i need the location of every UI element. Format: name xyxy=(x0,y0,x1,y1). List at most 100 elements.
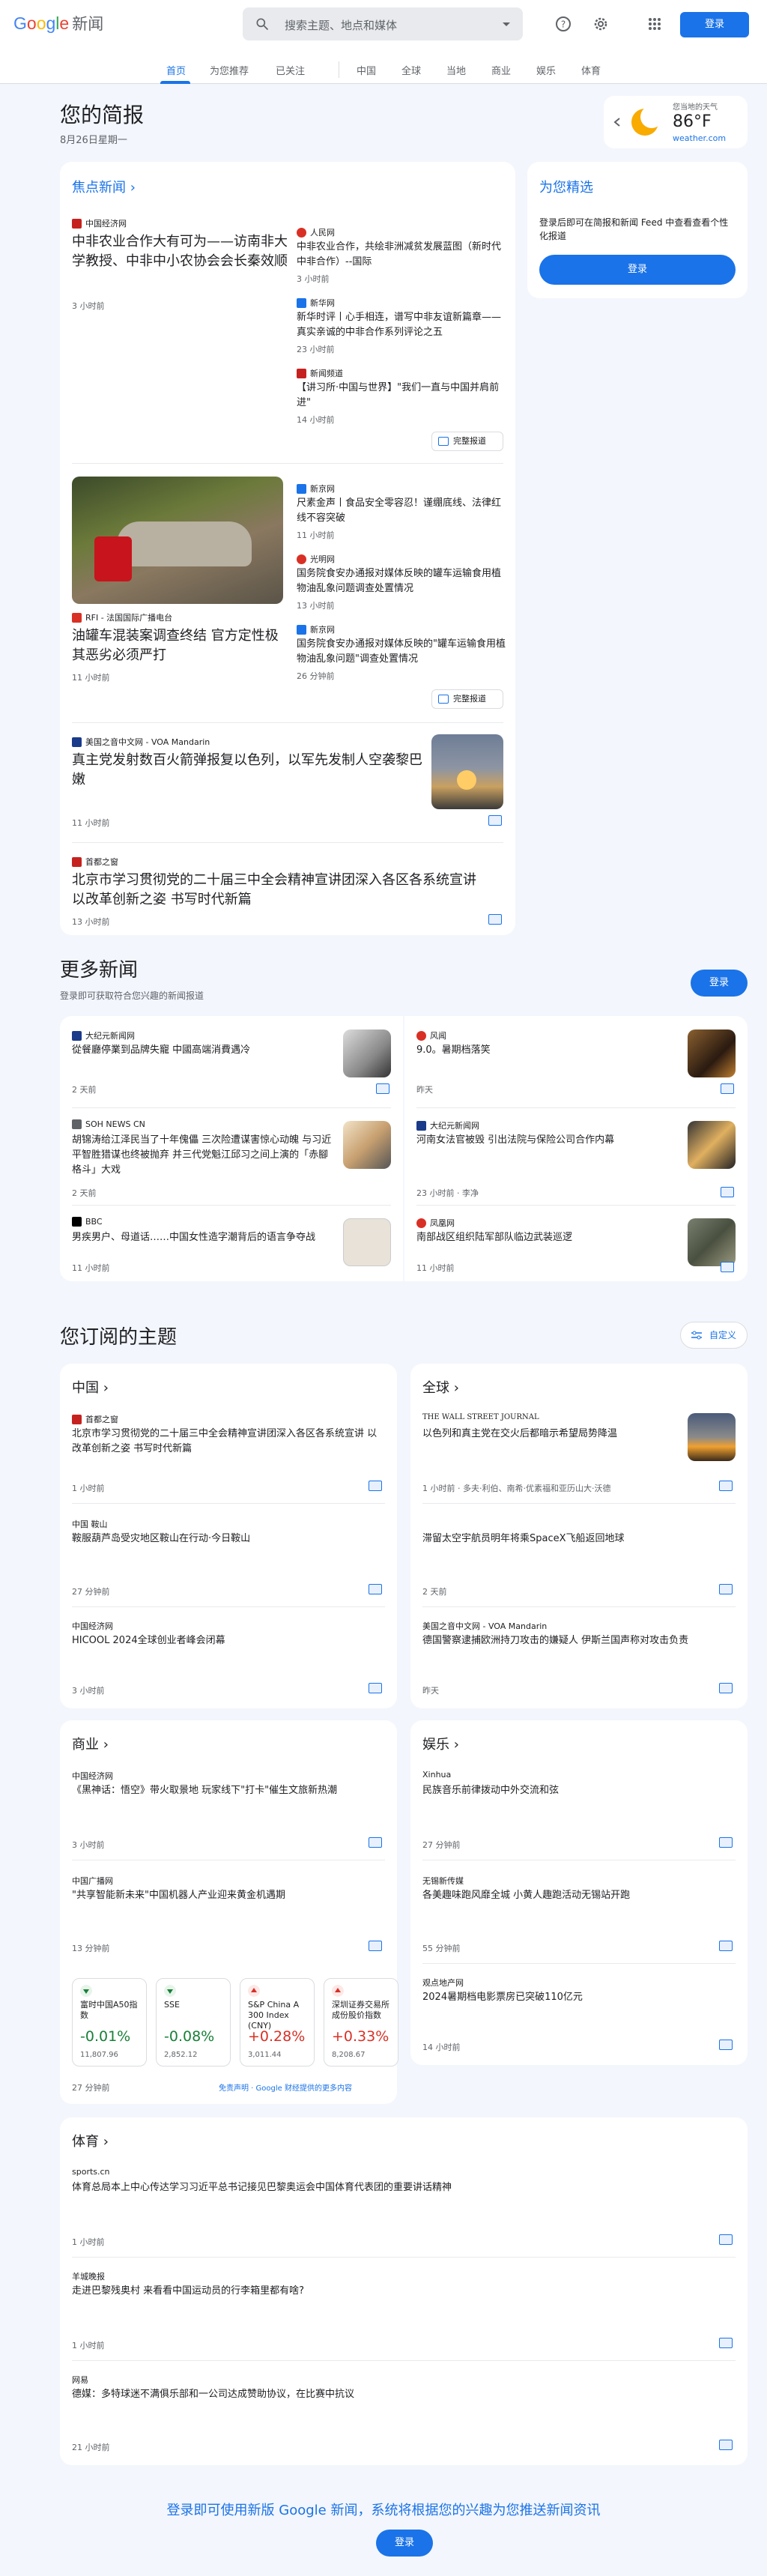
sign-in-button[interactable]: 登录 xyxy=(680,12,749,37)
tab-entertainment[interactable]: 娱乐 xyxy=(536,63,556,77)
stock-tile[interactable]: S&P China A 300 Index (CNY) +0.28% 3,011.4… xyxy=(240,1978,315,2066)
full-coverage-button[interactable]: 完整报道 xyxy=(431,689,503,709)
tab-local[interactable]: 当地 xyxy=(446,63,466,77)
headline[interactable]: 滞留太空宇航员明年将乘SpaceX飞船返回地球 xyxy=(422,1532,730,1546)
full-coverage-icon[interactable] xyxy=(488,914,502,925)
tanker-truck-image[interactable] xyxy=(72,477,283,604)
full-coverage-icon[interactable] xyxy=(719,1941,733,1951)
tab-business[interactable]: 商业 xyxy=(491,63,511,77)
timestamp: 1 小时前 xyxy=(72,1484,105,1493)
article-thumbnail[interactable] xyxy=(688,1121,736,1169)
full-coverage-icon[interactable] xyxy=(719,2338,733,2348)
article-thumbnail[interactable] xyxy=(688,1413,736,1461)
headline[interactable]: 走进巴黎残奥村 来看看中国运动员的行李箱里都有啥? xyxy=(72,2284,716,2299)
source-label: 羊城晚报 xyxy=(72,2272,105,2282)
topic-entertainment-link[interactable]: 娱乐 › xyxy=(422,1734,459,1753)
weather-widget[interactable]: 您当地的天气 86°F weather.com xyxy=(604,96,748,148)
headline[interactable]: 9.0。暑期档落笑 xyxy=(416,1043,671,1058)
stock-tile[interactable]: SSE -0.08% 2,852.12 xyxy=(156,1978,231,2066)
headline[interactable]: 北京市学习贯彻党的二十届三中全会精神宣讲团深入各区各系统宣讲 以改革创新之姿 书… xyxy=(72,1427,379,1457)
full-coverage-icon[interactable] xyxy=(719,2234,733,2245)
headline[interactable]: 体育总局本上中心传达学习习近平总书记接见巴黎奥运会中国体育代表团的重要讲话精神 xyxy=(72,2180,716,2195)
full-coverage-icon[interactable] xyxy=(369,1941,382,1951)
finance-disclaimer-link[interactable]: 免责声明 · Google 财经提供的更多内容 xyxy=(219,2081,352,2093)
topic-business-link[interactable]: 商业 › xyxy=(72,1734,109,1753)
customize-button[interactable]: 自定义 xyxy=(680,1322,748,1349)
headline[interactable]: 德国警察逮捕欧洲持刀攻击的嫌疑人 伊斯兰国声称对攻击负责 xyxy=(422,1633,730,1648)
full-coverage-icon[interactable] xyxy=(369,1481,382,1491)
full-coverage-icon[interactable] xyxy=(719,1481,733,1491)
timestamp: 3 小时前 xyxy=(72,1840,105,1850)
headline[interactable]: 北京市学习贯彻党的二十届三中全会精神宣讲团深入各区各系统宣讲 以改革创新之姿 书… xyxy=(72,871,491,910)
full-coverage-icon[interactable] xyxy=(369,1837,382,1848)
google-news-logo[interactable]: Google 新闻 xyxy=(13,12,103,34)
timestamp: 2 天前 xyxy=(422,1587,447,1597)
full-coverage-icon[interactable] xyxy=(376,1083,389,1094)
full-coverage-icon[interactable] xyxy=(721,1187,734,1197)
headline[interactable]: 《黑神话：悟空》带火取景地 玩家线下"打卡"催生文旅新热潮 xyxy=(72,1783,357,1798)
article-thumbnail[interactable] xyxy=(343,1030,391,1077)
topic-china-link[interactable]: 中国 › xyxy=(72,1377,109,1397)
headline[interactable]: 各美趣味跑风靡全城 小黄人趣跑活动无锡站开跑 xyxy=(422,1888,730,1903)
headline[interactable]: 油罐车混装案调查终结 官方定性极其恶劣必须严打 xyxy=(72,626,289,665)
topic-world-link[interactable]: 全球 › xyxy=(422,1377,459,1397)
full-coverage-icon[interactable] xyxy=(721,1262,734,1272)
headline[interactable]: 真主党发射数百火箭弹报复以色列，以军先发制人空袭黎巴嫩 xyxy=(72,751,424,790)
weather-source[interactable]: weather.com xyxy=(673,133,726,143)
full-coverage-button[interactable]: 完整报道 xyxy=(431,432,503,451)
help-icon[interactable]: ? xyxy=(554,15,572,33)
headline[interactable]: 從餐廳停業到品牌失寵 中國高端消費遇冷 xyxy=(72,1043,327,1058)
headline[interactable]: 新华时评丨心手相连，谱写中非友谊新篇章——真实亲诚的中非合作系列评论之五 xyxy=(297,310,506,340)
tab-world[interactable]: 全球 xyxy=(401,63,421,77)
headline[interactable]: 以色列和真主党在交火后都暗示希望局势降温 xyxy=(422,1427,670,1442)
headline[interactable]: 国务院食安办通报对媒体反映的罐车运输食用植物油乱象问题调查处置情况 xyxy=(297,566,506,596)
headline[interactable]: 德媒：多特球迷不满俱乐部和一公司达成赞助协议，在比赛中抗议 xyxy=(72,2387,716,2402)
full-coverage-icon[interactable] xyxy=(721,1083,734,1094)
headline[interactable]: 中非农业合作，共绘非洲减贫发展蓝图（新时代中非合作）--国际 xyxy=(297,240,506,270)
tab-china[interactable]: 中国 xyxy=(357,63,376,77)
sign-in-button[interactable]: 登录 xyxy=(539,255,736,285)
settings-icon[interactable] xyxy=(592,15,610,33)
full-coverage-icon[interactable] xyxy=(719,1683,733,1693)
full-coverage-icon[interactable] xyxy=(719,1584,733,1594)
full-coverage-icon[interactable] xyxy=(719,2040,733,2050)
apps-icon[interactable] xyxy=(646,15,664,33)
article-thumbnail[interactable] xyxy=(688,1030,736,1077)
headline[interactable]: 民族音乐前律拨动中外交流和弦 xyxy=(422,1783,730,1798)
headline[interactable]: 中非农业合作大有可为——访南非大学教授、中非中小农协会会长秦效顺 xyxy=(72,232,289,271)
article-thumbnail[interactable] xyxy=(688,1218,736,1266)
headline[interactable]: 2024暑期档电影票房已突破110亿元 xyxy=(422,1990,730,2005)
stock-tile[interactable]: 深圳证券交易所成份股价指数 +0.33% 8,208.67 xyxy=(324,1978,398,2066)
chevron-left-icon[interactable] xyxy=(613,117,622,127)
tab-following[interactable]: 已关注 xyxy=(276,63,305,77)
search-box[interactable]: 搜索主题、地点和媒体 xyxy=(243,7,523,40)
headline[interactable]: HICOOL 2024全球创业者峰会闭幕 xyxy=(72,1633,379,1648)
full-coverage-icon[interactable] xyxy=(369,1683,382,1693)
headline[interactable]: 鞍服葫芦岛受灾地区鞍山在行动·今日鞍山 xyxy=(72,1532,379,1546)
full-coverage-icon[interactable] xyxy=(719,2440,733,2450)
tab-sports[interactable]: 体育 xyxy=(581,63,601,77)
chevron-down-icon[interactable] xyxy=(500,18,512,30)
headline[interactable]: 胡锦涛给江泽民当了十年傀儡 三次险遭谋害惊心动魄 与习近平智胜猎谋也终被抛弃 并… xyxy=(72,1133,334,1178)
sign-in-button[interactable]: 登录 xyxy=(691,970,748,997)
topic-sports-link[interactable]: 体育 › xyxy=(72,2131,109,2150)
full-coverage-icon[interactable] xyxy=(369,1584,382,1594)
tab-for-you[interactable]: 为您推荐 xyxy=(210,63,249,77)
full-coverage-icon[interactable] xyxy=(719,1837,733,1848)
headline[interactable]: 尺素金声丨食品安全零容忍！谨绷底线、法律红线不容突破 xyxy=(297,496,506,526)
headline[interactable]: 【讲习所·中国与世界】"我们一直与中国并肩前进" xyxy=(297,381,506,411)
stock-tile[interactable]: 富时中国A50指数 -0.01% 11,807.96 xyxy=(72,1978,147,2066)
full-coverage-icon[interactable] xyxy=(488,815,502,826)
sign-in-button[interactable]: 登录 xyxy=(376,2530,433,2557)
article-thumbnail[interactable] xyxy=(343,1218,391,1266)
timestamp: 3 小时前 xyxy=(72,301,105,311)
headline[interactable]: 国务院食安办通报对媒体反映的"罐车运输食用植物油乱象问题"调查处置情况 xyxy=(297,637,506,667)
tab-home[interactable]: 首页 xyxy=(166,63,186,77)
article-thumbnail[interactable] xyxy=(343,1121,391,1169)
headline[interactable]: "共享智能新未来"中国机器人产业迎来黄金机遇期 xyxy=(72,1888,379,1903)
headline[interactable]: 男疾男户、母道话……中国女性造字潮背后的语言争夺战 xyxy=(72,1230,334,1245)
missile-image[interactable] xyxy=(431,734,503,809)
headline[interactable]: 河南女法官被毁 引出法院与保险公司合作内幕 xyxy=(416,1133,671,1148)
headline[interactable]: 南部战区组织陆军部队临边武装巡逻 xyxy=(416,1230,671,1245)
top-stories-link[interactable]: 焦点新闻 › xyxy=(72,177,136,196)
